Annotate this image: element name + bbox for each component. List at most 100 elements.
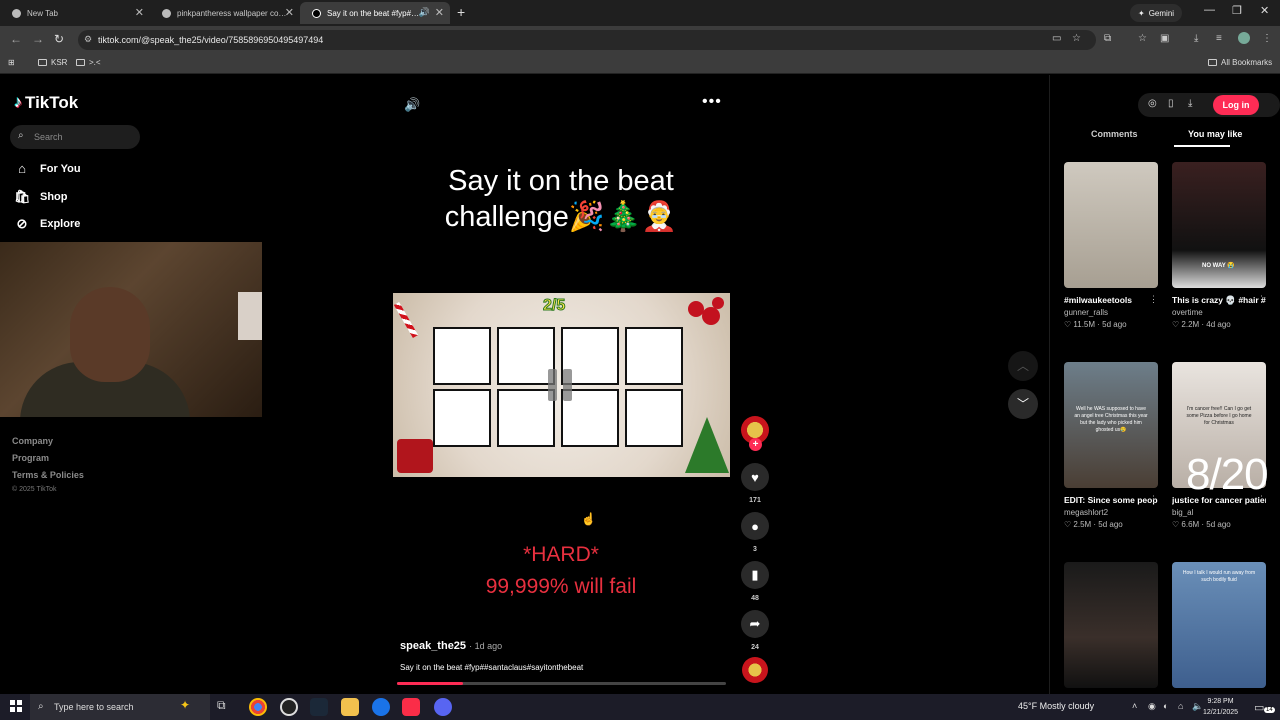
favorites-icon[interactable]: ☆ xyxy=(1138,33,1147,44)
gemini-button[interactable]: ✦ Gemini xyxy=(1130,4,1183,22)
back-icon[interactable]: ← xyxy=(10,32,22,46)
maximize-icon[interactable]: ❐ xyxy=(1232,4,1242,17)
video-thumbnail[interactable]: Well he WAS supposed to have an angel tr… xyxy=(1064,362,1158,488)
copilot-icon[interactable]: ✦ xyxy=(180,698,190,712)
steam-app-icon[interactable] xyxy=(310,698,328,716)
media-icon[interactable]: ≡ xyxy=(1216,33,1222,44)
video-author[interactable]: overtime xyxy=(1172,308,1266,317)
profile-avatar[interactable] xyxy=(1238,32,1250,44)
bookmark-folder-2[interactable]: >.< xyxy=(76,58,101,67)
volume-icon[interactable]: 🔊 xyxy=(404,97,420,113)
tray-overflow-icon[interactable]: ˄ xyxy=(1132,701,1137,711)
suggested-video[interactable]: How I talk I would run away from such bo… xyxy=(1172,562,1266,688)
more-icon[interactable]: ⋮ xyxy=(1257,294,1266,305)
pause-icon[interactable] xyxy=(548,369,574,401)
reload-icon[interactable]: ↻ xyxy=(54,32,64,46)
video-thumbnail[interactable]: NO WAY 😭 xyxy=(1172,162,1266,288)
address-bar[interactable]: ⚙ tiktok.com/@speak_the25/video/75858969… xyxy=(78,30,1096,50)
video-thumbnail[interactable] xyxy=(1064,562,1158,688)
close-window-icon[interactable]: ✕ xyxy=(1260,4,1269,17)
footer-link-terms[interactable]: Terms & Policies xyxy=(12,470,84,480)
app-icon[interactable] xyxy=(372,698,390,716)
tiktok-logo[interactable]: ♪ TikTok xyxy=(14,93,78,113)
network-icon[interactable]: ⌂ xyxy=(1178,701,1183,711)
more-options-icon[interactable]: ••• xyxy=(702,93,722,111)
previous-video-icon[interactable]: ︿ xyxy=(1008,351,1038,381)
volume-tray-icon[interactable]: 🔈 xyxy=(1192,701,1203,712)
follow-plus-icon[interactable]: + xyxy=(749,438,762,451)
obs-app-icon[interactable] xyxy=(280,698,298,716)
comment-button[interactable]: ● 3 xyxy=(740,512,770,553)
video-progress-bar[interactable] xyxy=(397,682,726,685)
collections-icon[interactable]: ▣ xyxy=(1160,33,1169,44)
video-title[interactable]: #milwaukeetools xyxy=(1064,294,1158,307)
share-button[interactable]: ➦ 24 xyxy=(740,610,770,651)
save-button[interactable]: ▮ 48 xyxy=(740,561,770,602)
music-disc-icon[interactable] xyxy=(742,657,768,683)
nav-for-you[interactable]: ⌂ For You xyxy=(14,161,80,176)
author-name[interactable]: speak_the25 xyxy=(400,640,466,652)
minimize-icon[interactable]: — xyxy=(1204,4,1215,16)
heart-icon[interactable]: ♥ xyxy=(741,463,769,491)
video-thumbnail[interactable] xyxy=(1064,162,1158,288)
site-info-icon[interactable]: ⚙ xyxy=(84,34,92,45)
tab-new-tab[interactable]: New Tab ✕ xyxy=(0,2,150,24)
video-player[interactable]: 2/5 xyxy=(393,293,730,477)
suggested-video[interactable] xyxy=(1064,562,1158,688)
bookmark-icon[interactable]: ▮ xyxy=(741,561,769,589)
footer-link-program[interactable]: Program xyxy=(12,453,49,463)
nav-explore[interactable]: ⊘ Explore xyxy=(14,216,81,232)
bookmark-star-icon[interactable]: ☆ xyxy=(1072,33,1081,44)
suggested-video[interactable]: #milwaukeetools gunner_ralls ♡ 11.5M · 5… xyxy=(1064,162,1158,329)
download-app-icon[interactable]: ⤓ xyxy=(1188,98,1192,109)
task-view-icon[interactable]: ⧉ xyxy=(217,698,235,716)
close-tab-icon[interactable]: ✕ xyxy=(435,6,444,19)
audio-playing-icon[interactable]: 🔊 xyxy=(419,7,430,18)
notification-icon[interactable]: ▭ xyxy=(1254,701,1264,714)
tray-icon[interactable]: ◐ xyxy=(1163,701,1168,711)
login-button[interactable]: Log in xyxy=(1213,95,1259,115)
tray-icon[interactable]: ◉ xyxy=(1148,701,1156,712)
comment-icon[interactable]: ● xyxy=(741,512,769,540)
device-icon[interactable]: ▯ xyxy=(1168,98,1174,109)
taskbar-search[interactable]: ⌕ Type here to search ✦ xyxy=(30,694,210,720)
close-tab-icon[interactable]: ✕ xyxy=(285,6,294,19)
extensions-icon[interactable]: ⧉ xyxy=(1104,33,1111,44)
menu-icon[interactable]: ⋮ xyxy=(1262,33,1272,44)
music-app-icon[interactable] xyxy=(402,698,420,716)
install-app-icon[interactable]: ▭ xyxy=(1052,33,1061,44)
search-input[interactable]: ⌕ Search xyxy=(10,125,140,149)
tab-tiktok-video[interactable]: Say it on the beat #fyp##sa 🔊 ✕ xyxy=(300,2,450,24)
suggested-video[interactable]: NO WAY 😭 This is crazy 💀 #hair #fire... … xyxy=(1172,162,1266,329)
all-bookmarks[interactable]: All Bookmarks xyxy=(1208,58,1272,67)
bookmark-ksr[interactable]: KSR xyxy=(38,58,67,67)
taskbar-clock[interactable]: 9:28 PM 12/21/2025 xyxy=(1203,696,1238,718)
chrome-app-icon[interactable] xyxy=(249,698,267,716)
video-thumbnail[interactable]: How I talk I would run away from such bo… xyxy=(1172,562,1266,688)
discord-app-icon[interactable] xyxy=(434,698,452,716)
video-author[interactable]: megashlort2 xyxy=(1064,508,1158,517)
more-icon[interactable]: ⋮ xyxy=(1149,294,1158,305)
windows-start-icon[interactable] xyxy=(10,700,22,712)
tab-comments[interactable]: Comments xyxy=(1091,129,1138,139)
suggested-video[interactable]: Well he WAS supposed to have an angel tr… xyxy=(1064,362,1158,529)
video-author[interactable]: gunner_ralls xyxy=(1064,308,1158,317)
apps-icon[interactable]: ⊞ xyxy=(8,58,15,67)
video-title[interactable]: EDIT: Since some people want to b... xyxy=(1064,494,1158,507)
close-tab-icon[interactable]: ✕ xyxy=(135,6,144,19)
video-author-line[interactable]: speak_the25 · 1d ago xyxy=(400,640,502,652)
video-caption[interactable]: Say it on the beat #fyp##santaclaus#sayi… xyxy=(400,663,583,672)
file-explorer-icon[interactable] xyxy=(341,698,359,716)
footer-link-company[interactable]: Company xyxy=(12,436,53,446)
coins-icon[interactable]: ◎ xyxy=(1148,98,1157,109)
tab-pinkpantheress[interactable]: pinkpantheress wallpaper comp ✕ xyxy=(150,2,300,24)
video-author[interactable]: big_al xyxy=(1172,508,1266,517)
more-icon[interactable]: ⋮ xyxy=(1149,494,1158,505)
new-tab-icon[interactable]: + xyxy=(457,4,465,20)
download-icon[interactable]: ⤓ xyxy=(1194,33,1198,44)
weather-widget[interactable]: 45°F Mostly cloudy xyxy=(1018,701,1094,711)
nav-shop[interactable]: 🛍 Shop xyxy=(14,189,68,205)
suggested-video[interactable]: I'm cancer free!! Can I go get some Pizz… xyxy=(1172,362,1266,529)
like-button[interactable]: ♥ 171 xyxy=(740,463,770,504)
share-icon[interactable]: ➦ xyxy=(741,610,769,638)
